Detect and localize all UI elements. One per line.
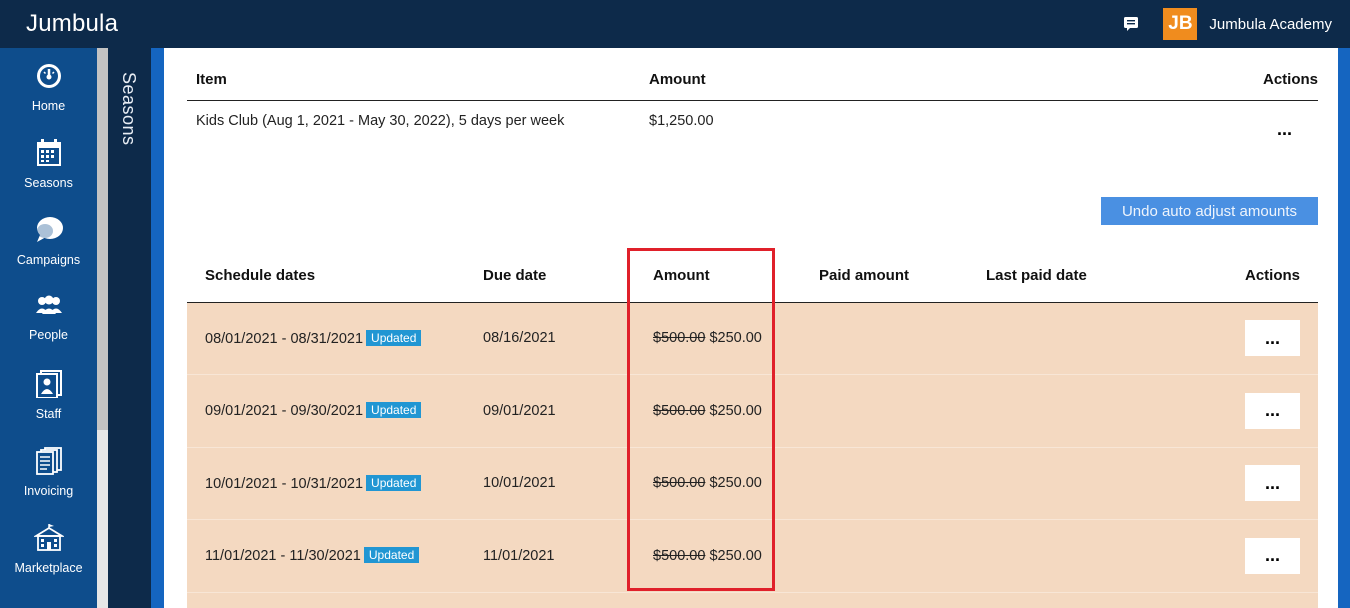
- due-date: 09/01/2021: [465, 374, 631, 448]
- old-amount: $500.00: [653, 402, 706, 419]
- table-row: Kids Club (Aug 1, 2021 - May 30, 2022), …: [187, 100, 1318, 164]
- nav-label: People: [29, 328, 68, 342]
- last-paid-date: [964, 447, 1164, 520]
- nav-item-people[interactable]: People: [0, 279, 97, 356]
- nav-item-seasons[interactable]: Seasons: [0, 125, 97, 202]
- nav-item-marketplace[interactable]: Marketplace: [0, 510, 97, 587]
- new-amount: $250.00: [709, 547, 762, 564]
- header-paid-amount: Paid amount: [797, 248, 964, 303]
- table-row: 08/01/2021 - 08/31/2021 Updated 08/16/202…: [187, 302, 1318, 375]
- building-icon: [32, 524, 65, 561]
- nav-label: Marketplace: [14, 561, 83, 575]
- table-row: 09/01/2021 - 09/30/2021 Updated 09/01/202…: [187, 374, 1318, 448]
- header-last-paid-date: Last paid date: [964, 248, 1164, 303]
- updated-badge: Updated: [366, 474, 422, 491]
- nav-item-staff[interactable]: Staff: [0, 356, 97, 433]
- paid-amount: [797, 519, 964, 593]
- header-item: Item: [187, 60, 649, 101]
- gauge-icon: [35, 62, 63, 99]
- updated-badge: Updated: [366, 402, 422, 419]
- new-amount: $250.00: [709, 330, 762, 347]
- nav-item-campaigns[interactable]: Campaigns: [0, 202, 97, 279]
- due-date: 08/16/2021: [465, 302, 631, 375]
- schedule-dates: 10/01/2021 - 10/31/2021: [205, 475, 364, 492]
- org-name[interactable]: Jumbula Academy: [1209, 16, 1332, 33]
- items-table: Item Amount Actions Kids Club (Aug 1, 20…: [187, 60, 1318, 164]
- old-amount: $500.00: [653, 547, 706, 564]
- documents-icon: [35, 447, 63, 484]
- schedule-table: Schedule dates Due date Amount Paid amou…: [187, 248, 1318, 593]
- header-actions: Actions: [1164, 248, 1318, 303]
- row-actions-button[interactable]: ...: [1245, 537, 1300, 574]
- top-bar: Jumbula JB Jumbula Academy: [0, 0, 1350, 48]
- paid-amount: [797, 374, 964, 448]
- updated-badge: Updated: [363, 547, 420, 564]
- table-row-partial: [187, 593, 1318, 608]
- app-brand[interactable]: Jumbula: [26, 10, 118, 38]
- item-name: Kids Club (Aug 1, 2021 - May 30, 2022), …: [196, 112, 565, 129]
- scrollbar-thumb[interactable]: [97, 48, 108, 430]
- items-header-row: Item Amount Actions: [187, 60, 1318, 101]
- table-row: 11/01/2021 - 11/30/2021 Updated 11/01/202…: [187, 519, 1318, 593]
- nav-label: Invoicing: [23, 484, 74, 498]
- paid-amount: [797, 302, 964, 375]
- header-actions: Actions: [1169, 60, 1318, 101]
- item-amount: $1,250.00: [649, 112, 714, 129]
- nav-label: Campaigns: [16, 253, 81, 267]
- seasons-tab-label: Seasons: [119, 72, 139, 146]
- item-actions-button[interactable]: ...: [1277, 119, 1292, 139]
- updated-badge: Updated: [366, 329, 422, 346]
- nav-label: Seasons: [24, 176, 73, 190]
- new-amount: $250.00: [709, 402, 762, 419]
- staff-icon: [35, 370, 63, 407]
- new-amount: $250.00: [709, 475, 762, 492]
- org-logo[interactable]: JB: [1163, 8, 1198, 40]
- schedule-dates: 08/01/2021 - 08/31/2021: [205, 330, 364, 347]
- people-icon: [34, 293, 64, 328]
- header-due-date: Due date: [465, 248, 631, 303]
- chat-icon[interactable]: [1121, 14, 1141, 34]
- calendar-icon: [36, 139, 62, 176]
- header-amount: Amount: [649, 60, 1169, 101]
- topbar-right: JB Jumbula Academy: [1121, 0, 1332, 48]
- paid-amount: [797, 447, 964, 520]
- nav-item-invoicing[interactable]: Invoicing: [0, 433, 97, 510]
- row-actions-button[interactable]: ...: [1245, 392, 1300, 429]
- row-actions-button[interactable]: ...: [1245, 320, 1300, 357]
- nav-item-home[interactable]: Home: [0, 48, 97, 125]
- nav-label: Home: [31, 99, 66, 113]
- due-date: 10/01/2021: [465, 447, 631, 520]
- table-row: 10/01/2021 - 10/31/2021 Updated 10/01/202…: [187, 447, 1318, 520]
- nav-label: Staff: [35, 407, 62, 421]
- undo-auto-adjust-button[interactable]: Undo auto adjust amounts: [1101, 197, 1318, 225]
- due-date: 11/01/2021: [465, 519, 631, 593]
- row-actions-button[interactable]: ...: [1245, 465, 1300, 502]
- header-schedule-dates: Schedule dates: [187, 248, 465, 303]
- left-nav: Home Seasons Campaigns People Staff Invo…: [0, 48, 97, 608]
- last-paid-date: [964, 374, 1164, 448]
- header-amount: Amount: [631, 248, 797, 303]
- old-amount: $500.00: [653, 330, 706, 347]
- last-paid-date: [964, 302, 1164, 375]
- chat-bubbles-icon: [34, 216, 64, 253]
- schedule-dates: 09/01/2021 - 09/30/2021: [205, 403, 364, 420]
- schedule-header-row: Schedule dates Due date Amount Paid amou…: [187, 248, 1318, 303]
- schedule-dates: 11/01/2021 - 11/30/2021: [205, 548, 361, 565]
- last-paid-date: [964, 519, 1164, 593]
- old-amount: $500.00: [653, 475, 706, 492]
